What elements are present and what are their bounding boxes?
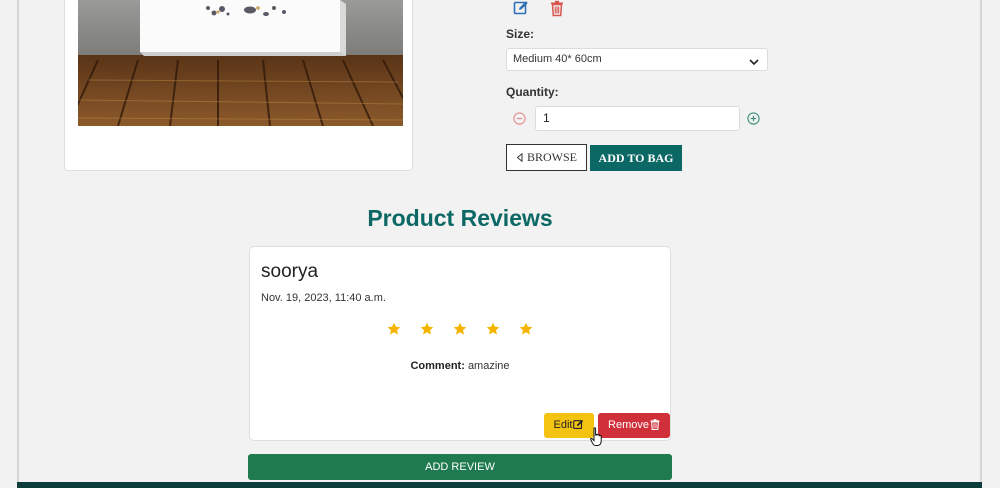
minus-circle-icon[interactable] [513, 112, 526, 130]
quantity-input[interactable]: 1 [535, 106, 740, 131]
size-label: Size: [506, 27, 535, 41]
hand-cursor-icon [590, 427, 604, 452]
trash-icon [650, 419, 660, 431]
review-card: soorya Nov. 19, 2023, 11:40 a.m. Comment… [249, 246, 671, 441]
size-select[interactable]: Medium 40* 60cm [506, 48, 768, 71]
star-icon [387, 322, 401, 341]
remove-review-label: Remove [608, 419, 649, 431]
edit-icon [573, 419, 584, 429]
edit-review-button[interactable]: Edit [544, 413, 594, 438]
quantity-label: Quantity: [506, 85, 559, 99]
comment-text: amazine [467, 360, 510, 372]
product-image-card [64, 0, 413, 171]
trash-icon[interactable] [549, 0, 565, 22]
edit-review-label: Edit [553, 419, 573, 431]
review-author: soorya [261, 261, 319, 282]
remove-review-button[interactable]: Remove [598, 413, 670, 438]
add-to-bag-button[interactable]: ADD TO BAG [590, 145, 682, 171]
review-comment: Comment: amazine [250, 360, 670, 372]
page-edge-left [17, 0, 19, 488]
footer-bar [17, 482, 982, 488]
review-date: Nov. 19, 2023, 11:40 a.m. [261, 292, 386, 304]
add-review-button[interactable]: ADD REVIEW [248, 454, 672, 480]
star-icon [519, 322, 533, 341]
chevron-down-icon [749, 54, 759, 75]
comment-label: Comment: [410, 360, 465, 372]
product-image [78, 0, 403, 126]
plus-circle-icon[interactable] [747, 112, 760, 130]
size-selected-value: Medium 40* 60cm [513, 53, 602, 65]
star-icon [420, 322, 434, 341]
chevron-left-icon [516, 152, 523, 163]
page-edge-right [980, 0, 982, 488]
reviews-title: Product Reviews [367, 205, 553, 231]
edit-icon[interactable] [513, 0, 529, 21]
star-icon [453, 322, 467, 341]
star-icon [486, 322, 500, 341]
browse-label: BROWSE [526, 150, 577, 164]
browse-button[interactable]: BROWSE [506, 144, 587, 171]
